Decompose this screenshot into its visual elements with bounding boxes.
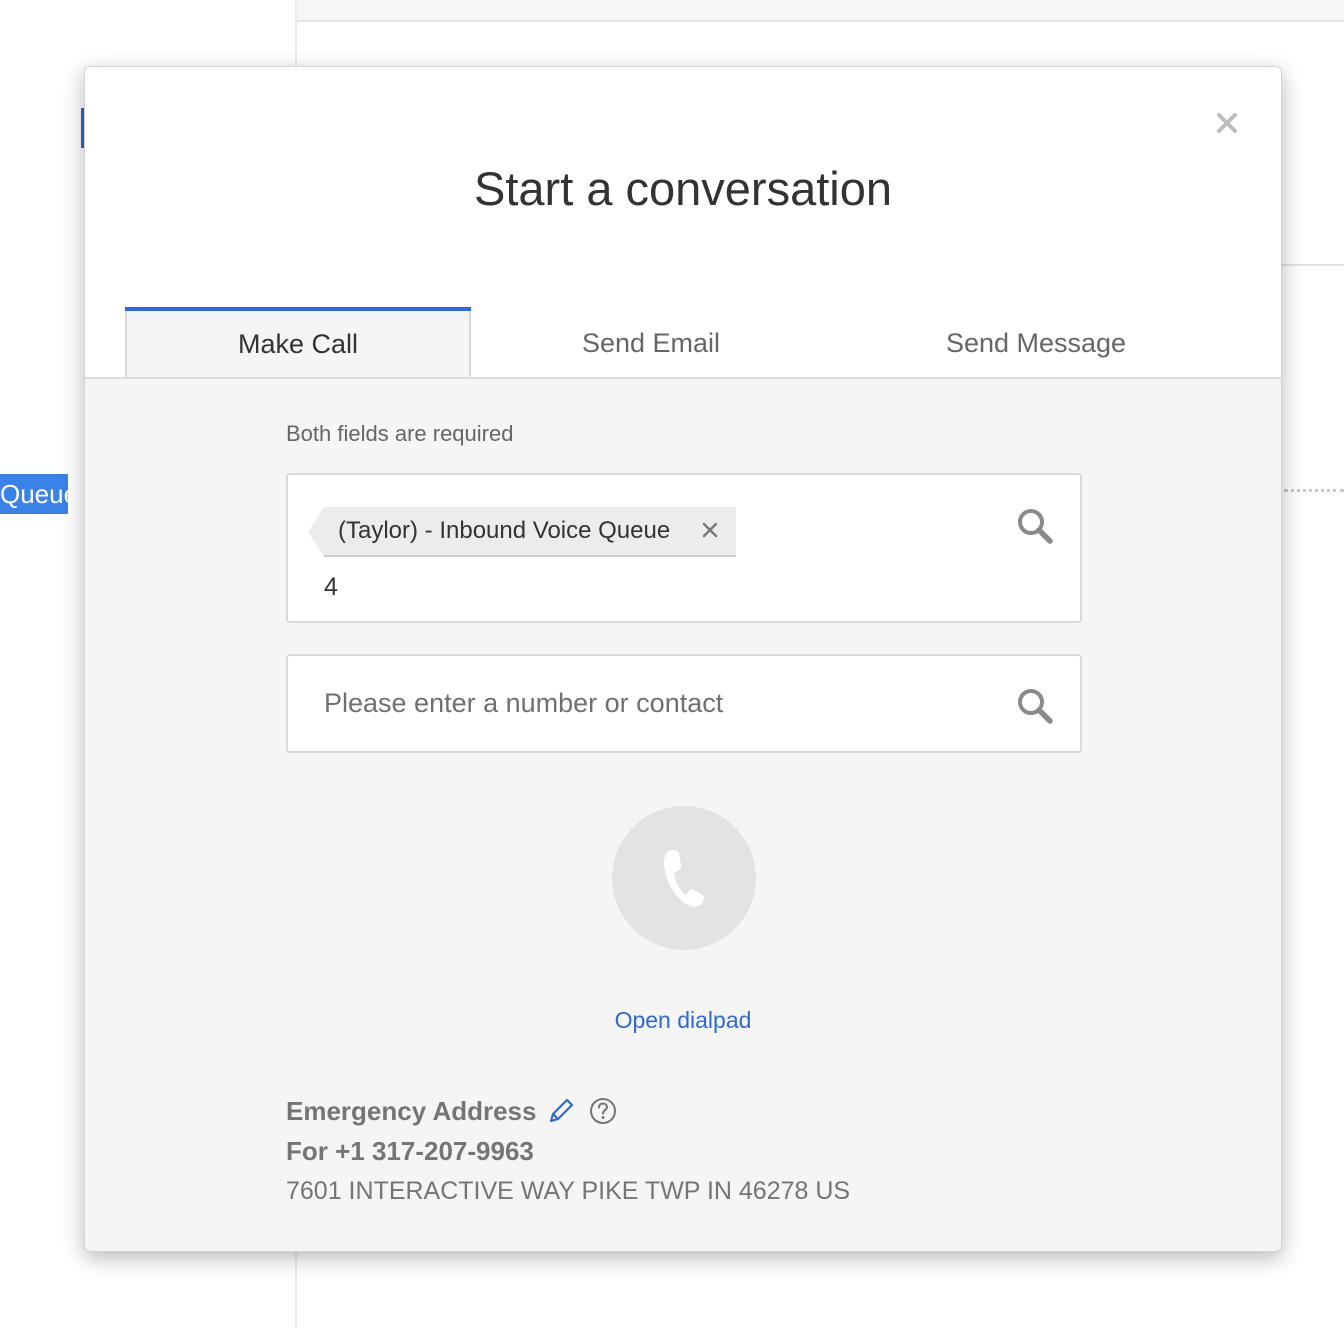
emergency-title-row: Emergency Address [286,1091,850,1131]
emergency-address-section: Emergency Address For +1 317-207-9963 76… [286,1091,850,1211]
remove-tag-button[interactable] [698,518,722,542]
remove-icon [702,522,718,538]
help-icon[interactable] [588,1096,618,1126]
emergency-phone: For +1 317-207-9963 [286,1136,534,1166]
required-hint: Both fields are required [286,421,514,446]
tab-make-call[interactable]: Make Call [125,307,471,379]
search-icon[interactable] [1016,687,1054,725]
queue-field-value: 4 [324,573,338,601]
queue-tag: (Taylor) - Inbound Voice Queue [308,507,736,557]
contact-field [286,654,1082,753]
search-icon[interactable] [1016,507,1054,545]
close-button[interactable] [1211,107,1243,139]
queue-tag-label: (Taylor) - Inbound Voice Queue [338,517,671,544]
contact-input[interactable] [324,678,984,728]
pencil-icon[interactable] [546,1096,576,1126]
call-button[interactable] [612,806,756,950]
conversation-tabs: Make Call Send Email Send Message [85,307,1281,379]
background-highlighted-text: Queue [0,474,68,514]
tab-send-email[interactable]: Send Email [471,307,831,379]
close-icon [1217,113,1237,133]
queue-field[interactable]: (Taylor) - Inbound Voice Queue 4 [286,473,1082,623]
open-dialpad-link[interactable]: Open dialpad [85,1007,1281,1034]
emergency-address: 7601 INTERACTIVE WAY PIKE TWP IN 46278 U… [286,1177,851,1205]
start-conversation-dialog: Start a conversation Make Call Send Emai… [84,66,1282,1252]
background-top-bar [297,0,1344,22]
background-separator [1282,264,1344,266]
dialog-title: Start a conversation [474,162,892,215]
emergency-title: Emergency Address [286,1095,537,1126]
phone-icon [664,850,704,907]
tabs-divider [85,377,1281,379]
tab-send-message[interactable]: Send Message [855,307,1217,379]
background-dotted-line [1284,489,1344,492]
